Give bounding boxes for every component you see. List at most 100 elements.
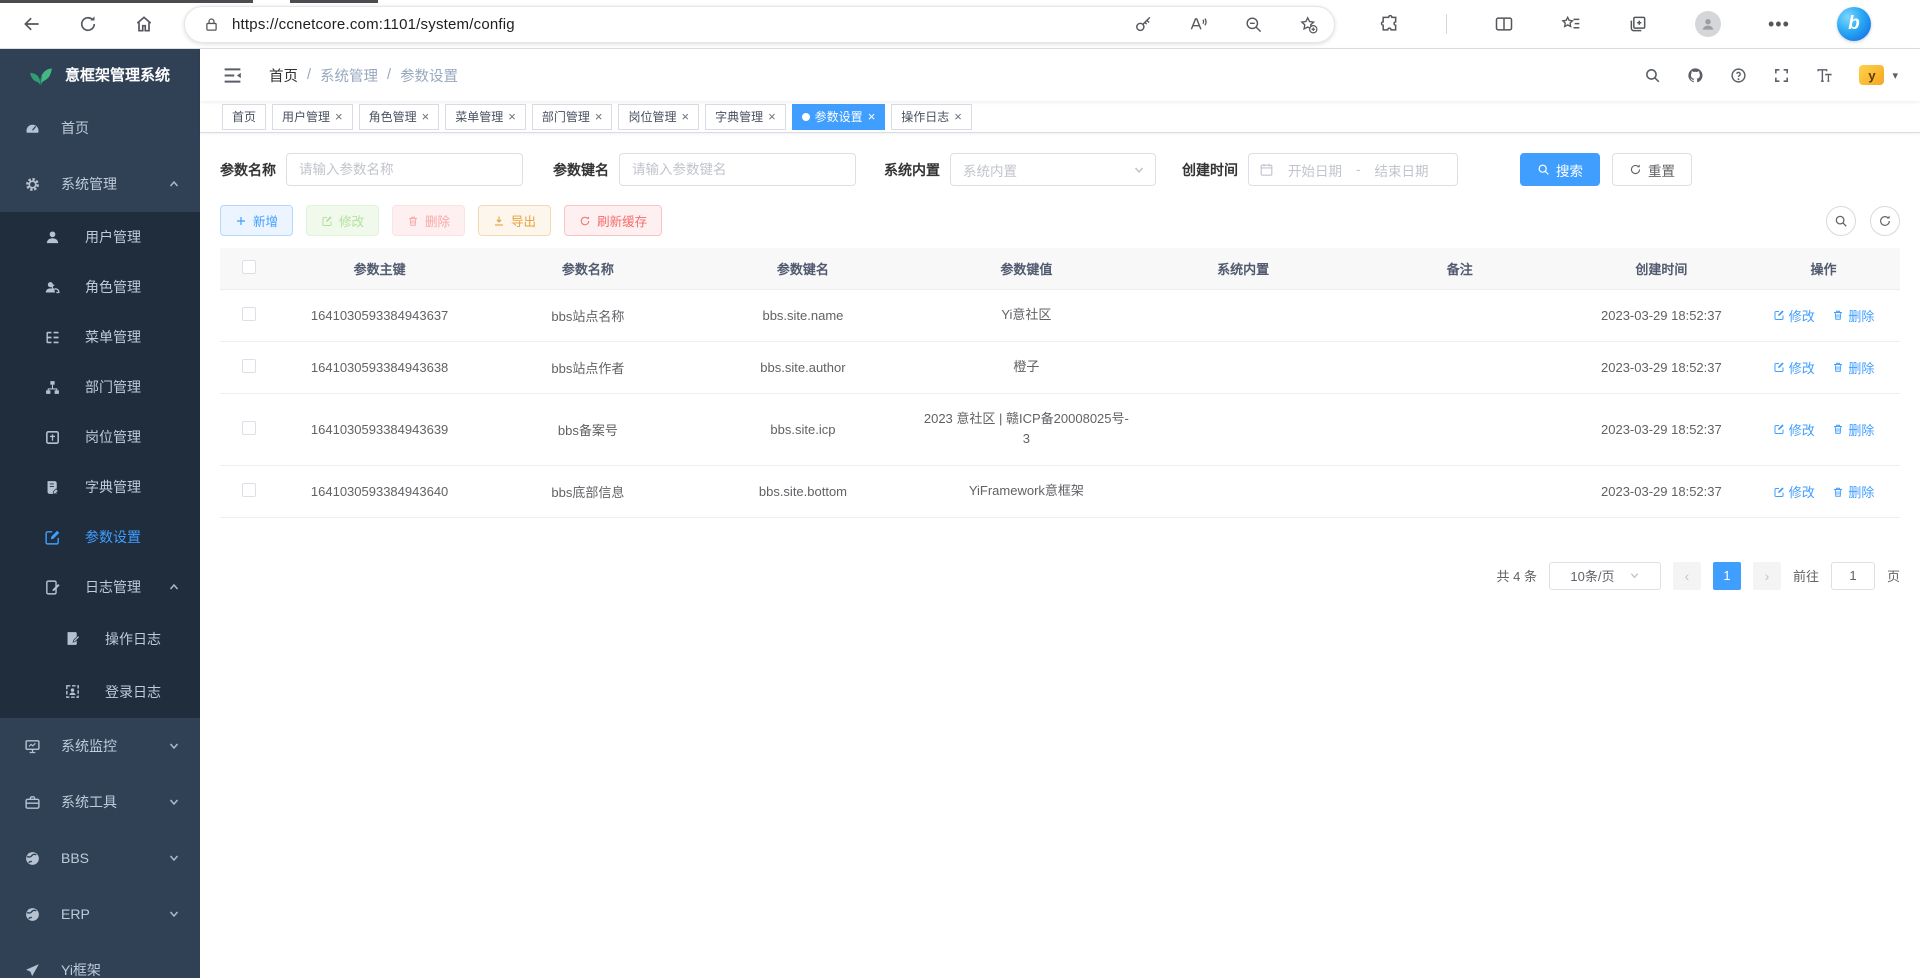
table-row[interactable]: 1641030593384943638 bbs站点作者 bbs.site.aut…: [220, 341, 1900, 393]
sidebar-item-user-management[interactable]: 用户管理: [0, 212, 200, 262]
col-param-id: 参数主键: [279, 248, 481, 290]
row-delete-link[interactable]: 删除: [1832, 482, 1874, 501]
address-bar[interactable]: https://ccnetcore.com:1101/system/config: [184, 6, 1335, 43]
row-edit-link[interactable]: 修改: [1773, 420, 1815, 439]
tab-home[interactable]: 首页: [222, 104, 266, 130]
sidebar-item-log-management[interactable]: 日志管理: [0, 562, 200, 612]
sidebar-item-dict-management[interactable]: 字典管理: [0, 462, 200, 512]
close-icon[interactable]: ×: [954, 110, 962, 123]
breadcrumb-home[interactable]: 首页: [269, 65, 298, 86]
user-avatar[interactable]: y: [1859, 65, 1884, 85]
cell-param-id: 1641030593384943637: [279, 290, 481, 342]
row-delete-link[interactable]: 删除: [1832, 306, 1874, 325]
table-row[interactable]: 1641030593384943640 bbs底部信息 bbs.site.bot…: [220, 466, 1900, 518]
tab-parameter-settings[interactable]: 参数设置 ×: [792, 104, 886, 130]
sidebar-item-login-log[interactable]: 登录日志: [0, 665, 200, 718]
tab-dept-management[interactable]: 部门管理×: [532, 104, 613, 130]
builtin-select[interactable]: 系统内置: [950, 153, 1156, 186]
site-lock-icon[interactable]: [203, 16, 220, 33]
row-edit-link[interactable]: 修改: [1773, 306, 1815, 325]
more-menu-icon[interactable]: •••: [1768, 14, 1790, 35]
param-name-input[interactable]: [286, 153, 523, 186]
tab-user-management[interactable]: 用户管理×: [272, 104, 353, 130]
param-key-input[interactable]: [619, 153, 856, 186]
sidebar-item-yi-framework[interactable]: Yi框架: [0, 942, 200, 978]
close-icon[interactable]: ×: [595, 110, 603, 123]
tab-role-management[interactable]: 角色管理×: [359, 104, 440, 130]
tab-label: 参数设置: [815, 108, 863, 125]
sidebar-item-role-management[interactable]: 角色管理: [0, 262, 200, 312]
tab-post-management[interactable]: 岗位管理×: [618, 104, 699, 130]
row-edit-link[interactable]: 修改: [1773, 358, 1815, 377]
favorites-bar-icon[interactable]: [1561, 14, 1581, 34]
close-icon[interactable]: ×: [422, 110, 430, 123]
row-checkbox[interactable]: [242, 421, 256, 435]
search-button[interactable]: 搜索: [1520, 153, 1600, 186]
row-checkbox[interactable]: [242, 483, 256, 497]
calendar-icon: [1259, 162, 1274, 177]
refresh-table-button[interactable]: [1870, 206, 1900, 236]
collections-icon[interactable]: [1628, 14, 1648, 34]
delete-button[interactable]: 删除: [392, 205, 465, 236]
select-all-checkbox[interactable]: [242, 260, 256, 274]
reset-button[interactable]: 重置: [1612, 153, 1692, 186]
prev-page-button[interactable]: ‹: [1673, 562, 1701, 590]
date-range-picker[interactable]: 开始日期 - 结束日期: [1248, 153, 1458, 186]
copilot-icon[interactable]: b: [1837, 7, 1871, 41]
reload-button[interactable]: [78, 14, 98, 34]
font-size-icon[interactable]: [1816, 67, 1833, 84]
read-aloud-icon[interactable]: [1189, 15, 1208, 34]
tab-dict-management[interactable]: 字典管理×: [705, 104, 786, 130]
row-edit-link[interactable]: 修改: [1773, 482, 1815, 501]
password-key-icon[interactable]: [1134, 15, 1153, 34]
sidebar-item-parameter-settings[interactable]: 参数设置: [0, 512, 200, 562]
row-delete-link[interactable]: 删除: [1832, 358, 1874, 377]
add-favorite-icon[interactable]: [1299, 15, 1318, 34]
github-icon[interactable]: [1687, 67, 1704, 84]
split-screen-icon[interactable]: [1494, 14, 1514, 34]
add-button[interactable]: 新增: [220, 205, 293, 236]
current-page-button[interactable]: 1: [1713, 562, 1741, 590]
page-size-select[interactable]: 10条/页: [1549, 562, 1661, 590]
row-delete-link[interactable]: 删除: [1832, 420, 1874, 439]
fullscreen-icon[interactable]: [1773, 67, 1790, 84]
refresh-cache-button[interactable]: 刷新缓存: [564, 205, 662, 236]
sidebar-item-bbs[interactable]: BBS: [0, 830, 200, 886]
toggle-search-button[interactable]: [1826, 206, 1856, 236]
sidebar-item-dept-management[interactable]: 部门管理: [0, 362, 200, 412]
close-icon[interactable]: ×: [508, 110, 516, 123]
tab-menu-management[interactable]: 菜单管理×: [445, 104, 526, 130]
export-button[interactable]: 导出: [478, 205, 551, 236]
zoom-out-icon[interactable]: [1244, 15, 1263, 34]
table-row[interactable]: 1641030593384943639 bbs备案号 bbs.site.icp …: [220, 393, 1900, 466]
edit-button[interactable]: 修改: [306, 205, 379, 236]
table-row[interactable]: 1641030593384943637 bbs站点名称 bbs.site.nam…: [220, 290, 1900, 342]
sidebar-item-operation-log[interactable]: 操作日志: [0, 612, 200, 665]
close-icon[interactable]: ×: [868, 110, 876, 123]
sidebar-item-system-tools[interactable]: 系统工具: [0, 774, 200, 830]
row-checkbox[interactable]: [242, 307, 256, 321]
back-button[interactable]: [22, 14, 42, 34]
browser-profile-avatar[interactable]: [1695, 11, 1721, 37]
sidebar-item-menu-management[interactable]: 菜单管理: [0, 312, 200, 362]
breadcrumb: 首页 / 系统管理 / 参数设置: [269, 65, 458, 86]
url-text[interactable]: https://ccnetcore.com:1101/system/config: [232, 16, 515, 33]
header-search-icon[interactable]: [1644, 67, 1661, 84]
close-icon[interactable]: ×: [768, 110, 776, 123]
next-page-button[interactable]: ›: [1753, 562, 1781, 590]
sidebar-item-home[interactable]: 首页: [0, 100, 200, 156]
row-checkbox[interactable]: [242, 359, 256, 373]
tab-operation-log[interactable]: 操作日志×: [891, 104, 972, 130]
docs-question-icon[interactable]: [1730, 67, 1747, 84]
home-button[interactable]: [134, 14, 154, 34]
sidebar-item-erp[interactable]: ERP: [0, 886, 200, 942]
sidebar-item-system-monitor[interactable]: 系统监控: [0, 718, 200, 774]
collapse-sidebar-icon[interactable]: [222, 65, 243, 86]
sidebar-item-post-management[interactable]: 岗位管理: [0, 412, 200, 462]
extensions-icon[interactable]: [1379, 14, 1399, 34]
goto-page-input[interactable]: [1831, 562, 1875, 590]
close-icon[interactable]: ×: [335, 110, 343, 123]
user-menu[interactable]: y ▾: [1859, 65, 1898, 85]
close-icon[interactable]: ×: [681, 110, 689, 123]
sidebar-item-system-management[interactable]: 系统管理: [0, 156, 200, 212]
